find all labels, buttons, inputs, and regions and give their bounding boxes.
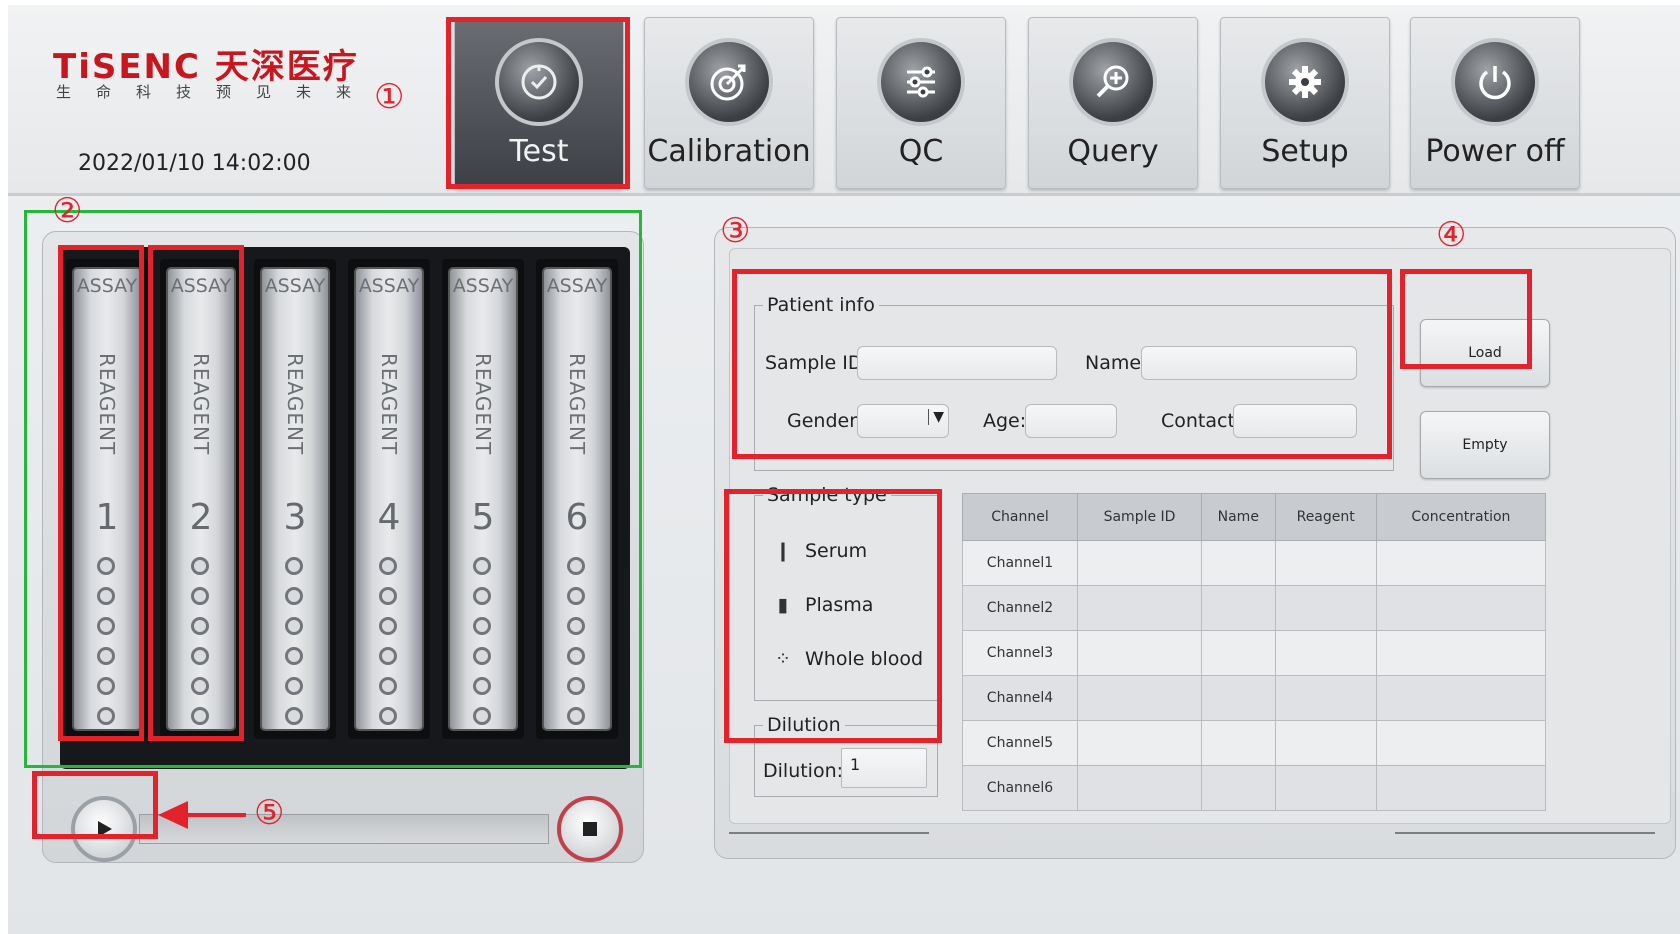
annotation-5: ⑤ bbox=[254, 793, 285, 833]
cell-reagent bbox=[1274, 630, 1377, 676]
cell-name bbox=[1201, 585, 1276, 631]
device-screen: TiSENC 天深医疗 生命科技预见未来 2022/01/10 14:02:00… bbox=[8, 5, 1680, 934]
power-icon bbox=[1451, 38, 1539, 126]
cell-name bbox=[1201, 675, 1276, 721]
cell-sample-id bbox=[1076, 630, 1203, 676]
cell-reagent bbox=[1274, 585, 1377, 631]
col-name: Name bbox=[1201, 493, 1276, 541]
table-row[interactable]: Channel4 bbox=[962, 675, 1547, 721]
gear-icon bbox=[1261, 38, 1349, 126]
cell-channel: Channel6 bbox=[962, 765, 1078, 811]
nav-calibration-button[interactable]: Calibration bbox=[644, 17, 814, 189]
highlight-start-button bbox=[32, 771, 158, 839]
target-arrow-icon bbox=[685, 38, 773, 126]
decor-circuit-left bbox=[729, 832, 929, 834]
cell-concentration bbox=[1375, 585, 1547, 631]
cell-sample-id bbox=[1076, 720, 1203, 766]
cell-channel: Channel4 bbox=[962, 675, 1078, 721]
cell-sample-id bbox=[1076, 540, 1203, 586]
cell-name bbox=[1201, 720, 1276, 766]
brand-tagline: 生命科技预见未来 bbox=[56, 83, 377, 101]
table-row[interactable]: Channel6 bbox=[962, 765, 1547, 811]
cell-concentration bbox=[1375, 675, 1547, 721]
table-header-row: Channel Sample ID Name Reagent Concentra… bbox=[962, 493, 1547, 541]
nav-power-off-label: Power off bbox=[1425, 134, 1565, 169]
channel-table: Channel Sample ID Name Reagent Concentra… bbox=[962, 493, 1547, 811]
nav-qc-button[interactable]: QC bbox=[836, 17, 1006, 189]
top-bar: TiSENC 天深医疗 生命科技预见未来 2022/01/10 14:02:00… bbox=[8, 5, 1680, 196]
arrow-head-icon bbox=[158, 801, 188, 829]
highlight-slot-2 bbox=[148, 245, 244, 741]
cell-concentration bbox=[1375, 765, 1547, 811]
nav-calibration-label: Calibration bbox=[647, 134, 811, 169]
col-concentration: Concentration bbox=[1375, 493, 1547, 541]
cell-channel: Channel3 bbox=[962, 630, 1078, 676]
highlight-test-button bbox=[446, 17, 630, 189]
sliders-icon bbox=[877, 38, 965, 126]
datetime-display: 2022/01/10 14:02:00 bbox=[78, 151, 311, 176]
cell-name bbox=[1201, 765, 1276, 811]
cell-sample-id bbox=[1076, 675, 1203, 721]
annotation-3: ③ bbox=[720, 211, 751, 251]
table-row[interactable]: Channel3 bbox=[962, 630, 1547, 676]
annotation-2: ② bbox=[52, 191, 83, 231]
magnifier-plus-icon bbox=[1069, 38, 1157, 126]
table-row[interactable]: Channel1 bbox=[962, 540, 1547, 586]
dilution-label: Dilution: bbox=[763, 760, 844, 782]
cell-reagent bbox=[1274, 765, 1377, 811]
decor-circuit-right bbox=[1395, 832, 1655, 834]
dilution-input[interactable]: 1 bbox=[841, 748, 927, 788]
cell-name bbox=[1201, 630, 1276, 676]
stop-icon bbox=[583, 822, 597, 836]
cell-reagent bbox=[1274, 720, 1377, 766]
highlight-sample-type bbox=[724, 489, 942, 743]
cell-channel: Channel1 bbox=[962, 540, 1078, 586]
cell-concentration bbox=[1375, 630, 1547, 676]
nav-query-button[interactable]: Query bbox=[1028, 17, 1198, 189]
stop-button[interactable] bbox=[557, 796, 623, 862]
cell-sample-id bbox=[1076, 765, 1203, 811]
cell-sample-id bbox=[1076, 585, 1203, 631]
col-channel: Channel bbox=[962, 493, 1078, 541]
cell-name bbox=[1201, 540, 1276, 586]
highlight-patient-info bbox=[732, 269, 1392, 459]
annotation-1: ① bbox=[374, 77, 405, 117]
highlight-load-button bbox=[1400, 269, 1532, 369]
cell-concentration bbox=[1375, 540, 1547, 586]
annotation-4: ④ bbox=[1436, 215, 1467, 255]
col-sample-id: Sample ID bbox=[1076, 493, 1203, 541]
cell-reagent bbox=[1274, 675, 1377, 721]
empty-button[interactable]: Empty bbox=[1420, 411, 1550, 479]
nav-setup-button[interactable]: Setup bbox=[1220, 17, 1390, 189]
highlight-slot-1 bbox=[58, 245, 144, 741]
table-row[interactable]: Channel5 bbox=[962, 720, 1547, 766]
nav-query-label: Query bbox=[1067, 134, 1159, 169]
col-reagent: Reagent bbox=[1274, 493, 1377, 541]
cell-reagent bbox=[1274, 540, 1377, 586]
nav-setup-label: Setup bbox=[1261, 134, 1349, 169]
run-progress-bar bbox=[139, 814, 549, 844]
cell-channel: Channel5 bbox=[962, 720, 1078, 766]
table-row[interactable]: Channel2 bbox=[962, 585, 1547, 631]
cell-concentration bbox=[1375, 720, 1547, 766]
cell-channel: Channel2 bbox=[962, 585, 1078, 631]
nav-qc-label: QC bbox=[898, 134, 944, 169]
nav-power-off-button[interactable]: Power off bbox=[1410, 17, 1580, 189]
